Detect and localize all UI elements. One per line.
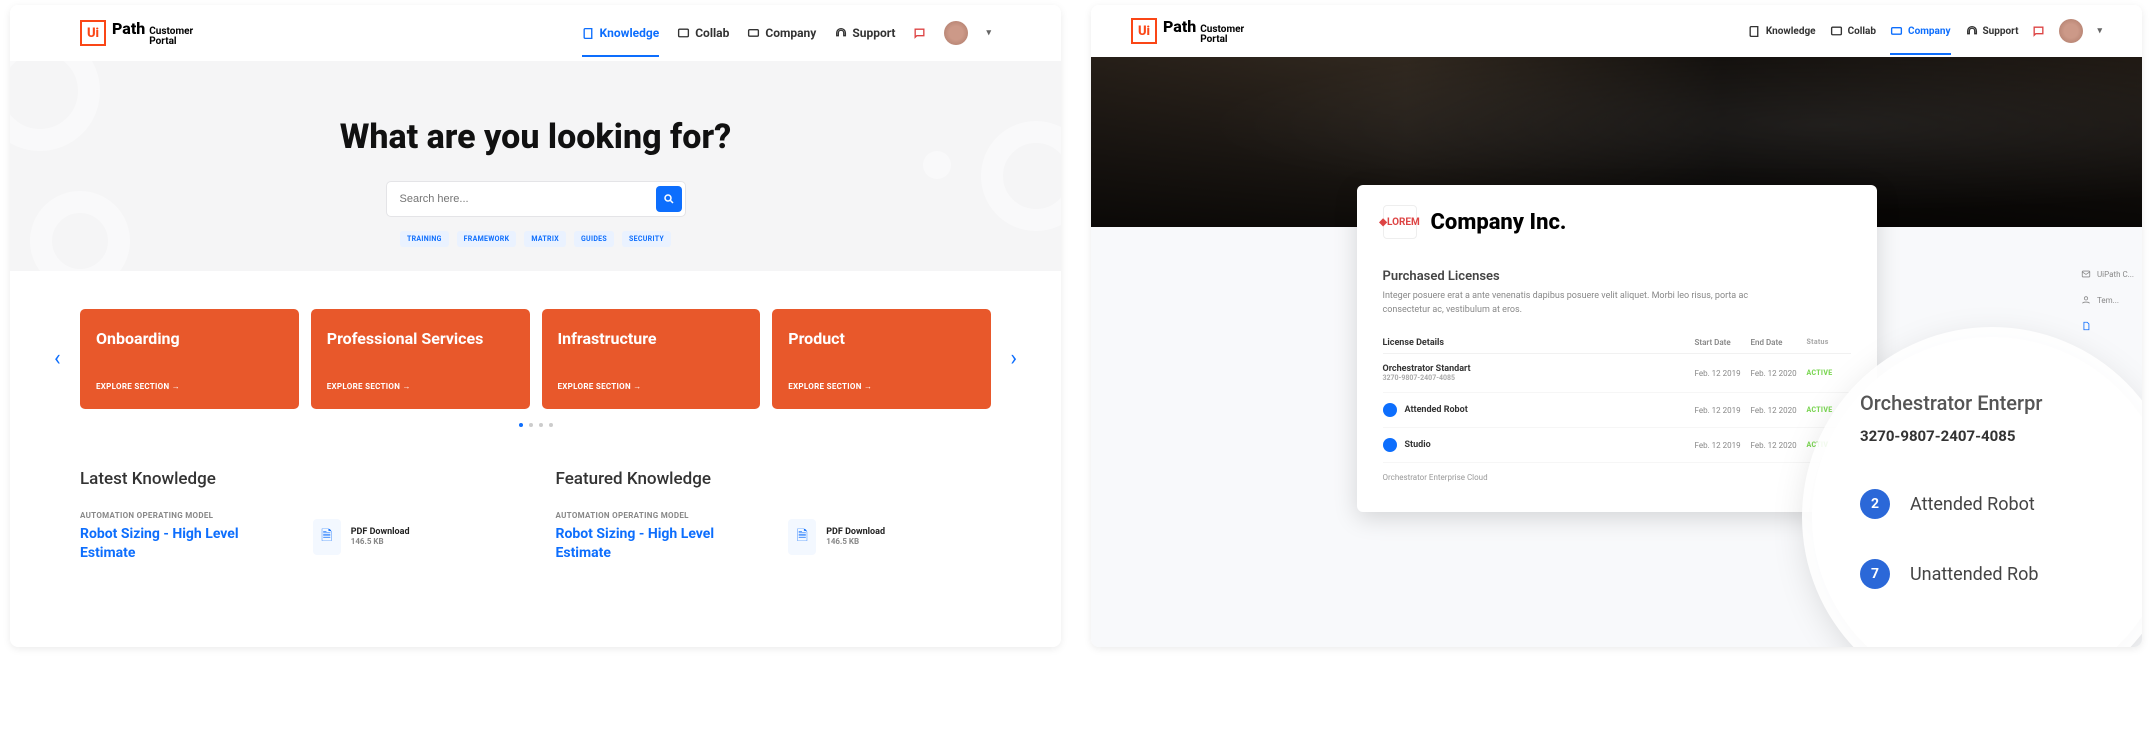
- tag-framework[interactable]: FRAMEWORK: [457, 231, 517, 247]
- robot-icon: [1383, 403, 1397, 417]
- side-item[interactable]: Tem...: [2081, 295, 2134, 305]
- explore-link[interactable]: EXPLORE SECTION →: [96, 382, 283, 391]
- knowledge-screenshot: Ui Path Customer Portal Knowledge Collab: [10, 5, 1061, 647]
- latest-heading: Latest Knowledge: [80, 469, 516, 489]
- nav-company[interactable]: Company: [747, 26, 816, 40]
- knowledge-section: Latest Knowledge AUTOMATION OPERATING MO…: [10, 439, 1061, 603]
- collab-icon: [677, 27, 690, 40]
- count-badge: 2: [1860, 489, 1890, 519]
- licenses-heading: Purchased Licenses: [1383, 269, 1851, 284]
- chat-icon[interactable]: [913, 27, 926, 40]
- file-icon: 🗎: [788, 519, 816, 555]
- top-nav: Knowledge Collab Company Support ▾: [582, 21, 991, 45]
- nav-support[interactable]: Support: [1965, 25, 2019, 38]
- featured-heading: Featured Knowledge: [556, 469, 992, 489]
- logo-wordmark: Path: [1163, 17, 1196, 36]
- file-icon: 🗎: [313, 519, 341, 555]
- side-item[interactable]: [2081, 321, 2134, 331]
- chevron-down-icon[interactable]: ▾: [2097, 26, 2102, 36]
- table-row[interactable]: Studio Feb. 12 2019 Feb. 12 2020 ACTIVE: [1383, 428, 1851, 463]
- company-screenshot: Ui Path Customer Portal Knowledge Collab…: [1091, 5, 2142, 647]
- knowledge-article[interactable]: AUTOMATION OPERATING MODEL Robot Sizing …: [80, 511, 283, 563]
- studio-icon: [1383, 438, 1397, 452]
- explore-link[interactable]: EXPLORE SECTION →: [788, 382, 975, 391]
- nav-support[interactable]: Support: [834, 26, 895, 40]
- header: Ui Path Customer Portal Knowledge Collab…: [1091, 5, 2142, 57]
- card-onboarding[interactable]: Onboarding EXPLORE SECTION →: [80, 309, 299, 409]
- zoom-row: 2 Attended Robot: [1860, 479, 2142, 519]
- mail-icon: [2081, 269, 2091, 279]
- carousel-dots[interactable]: [80, 423, 991, 427]
- collab-icon: [1830, 25, 1843, 38]
- side-item[interactable]: UiPath C...: [2081, 269, 2134, 279]
- logo-mark: Ui: [80, 20, 106, 46]
- avatar[interactable]: [2059, 19, 2083, 43]
- support-icon: [1965, 25, 1978, 38]
- side-contact-list: UiPath C... Tem...: [2081, 269, 2134, 331]
- logo[interactable]: Ui Path Customer Portal: [80, 19, 193, 47]
- company-icon: [1890, 25, 1903, 38]
- licenses-desc: Integer posuere erat a ante venenatis da…: [1383, 290, 1753, 317]
- card-infrastructure[interactable]: Infrastructure EXPLORE SECTION →: [542, 309, 761, 409]
- nav-knowledge[interactable]: Knowledge: [582, 26, 660, 40]
- knowledge-download[interactable]: 🗎 PDF Download 146.5 KB: [313, 511, 516, 563]
- explore-link[interactable]: EXPLORE SECTION →: [558, 382, 745, 391]
- tag-matrix[interactable]: MATRIX: [524, 231, 566, 247]
- hero: What are you looking for? TRAINING FRAME…: [10, 61, 1061, 271]
- header: Ui Path Customer Portal Knowledge Collab: [10, 5, 1061, 61]
- chevron-down-icon[interactable]: ▾: [986, 28, 991, 38]
- licenses-table: License Details Start Date End Date Stat…: [1383, 333, 1851, 492]
- search-box: [386, 181, 686, 217]
- zoom-row: 7 Unattended Rob: [1860, 549, 2142, 589]
- zoom-license-code: 3270-9807-2407-4085: [1860, 427, 2142, 445]
- company-name: Company Inc.: [1431, 210, 1567, 235]
- nav-collab[interactable]: Collab: [1830, 25, 1876, 38]
- search-icon: [663, 193, 675, 205]
- table-row[interactable]: Attended Robot Feb. 12 2019 Feb. 12 2020…: [1383, 393, 1851, 428]
- count-badge: 7: [1860, 559, 1890, 589]
- company-logo: ◆ LOREM: [1383, 205, 1417, 239]
- search-button[interactable]: [656, 186, 682, 212]
- doc-icon: [2081, 321, 2091, 331]
- search-tags: TRAINING FRAMEWORK MATRIX GUIDES SECURIT…: [10, 231, 1061, 247]
- carousel-next[interactable]: ›: [1010, 346, 1017, 371]
- knowledge-article[interactable]: AUTOMATION OPERATING MODEL Robot Sizing …: [556, 511, 759, 563]
- nav-knowledge[interactable]: Knowledge: [1748, 25, 1816, 38]
- tag-security[interactable]: SECURITY: [622, 231, 671, 247]
- support-icon: [834, 27, 847, 40]
- table-row[interactable]: Orchestrator Standart3270-9807-2407-4085…: [1383, 354, 1851, 393]
- user-icon: [2081, 295, 2091, 305]
- card-professional-services[interactable]: Professional Services EXPLORE SECTION →: [311, 309, 530, 409]
- featured-knowledge: Featured Knowledge AUTOMATION OPERATING …: [556, 469, 992, 563]
- nav-collab[interactable]: Collab: [677, 26, 729, 40]
- knowledge-download[interactable]: 🗎 PDF Download 146.5 KB: [788, 511, 991, 563]
- search-input[interactable]: [390, 185, 656, 213]
- logo-subtitle: Customer Portal: [149, 27, 193, 47]
- company-icon: [747, 27, 760, 40]
- latest-knowledge: Latest Knowledge AUTOMATION OPERATING MO…: [80, 469, 516, 563]
- avatar[interactable]: [944, 21, 968, 45]
- category-carousel: ‹ › Onboarding EXPLORE SECTION → Profess…: [10, 271, 1061, 439]
- chat-icon[interactable]: [2032, 25, 2045, 38]
- carousel-prev[interactable]: ‹: [54, 346, 61, 371]
- tag-training[interactable]: TRAINING: [400, 231, 449, 247]
- book-icon: [1748, 25, 1761, 38]
- top-nav: Knowledge Collab Company Support ▾: [1748, 19, 2102, 43]
- book-icon: [582, 27, 595, 40]
- card-product[interactable]: Product EXPLORE SECTION →: [772, 309, 991, 409]
- logo-mark: Ui: [1131, 18, 1157, 44]
- tag-guides[interactable]: GUIDES: [574, 231, 614, 247]
- explore-link[interactable]: EXPLORE SECTION →: [327, 382, 514, 391]
- table-row[interactable]: Orchestrator Enterprise Cloud: [1383, 463, 1851, 492]
- company-card: ◆ LOREM Company Inc. Purchased Licenses …: [1357, 185, 1877, 512]
- hero-title: What are you looking for?: [10, 117, 1061, 157]
- zoom-title: Orchestrator Enterpr: [1860, 391, 2142, 415]
- nav-company[interactable]: Company: [1890, 25, 1950, 38]
- logo-wordmark: Path: [112, 19, 145, 38]
- logo[interactable]: Ui Path Customer Portal: [1131, 17, 1244, 45]
- logo-subtitle: Customer Portal: [1200, 25, 1244, 45]
